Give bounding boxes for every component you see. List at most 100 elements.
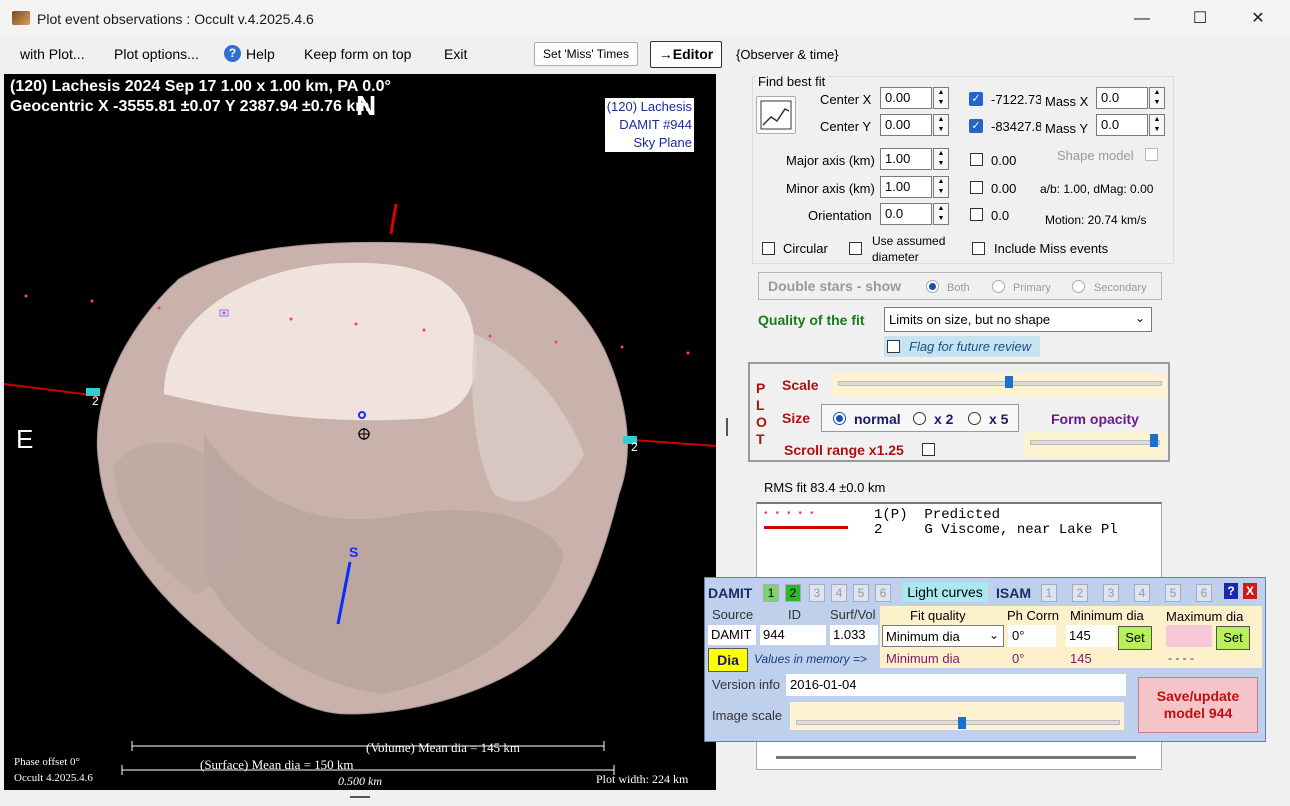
plot-version: Occult 4.2025.4.6 <box>14 772 93 784</box>
max-dia-input[interactable] <box>1166 625 1212 647</box>
version-input[interactable]: 2016-01-04 <box>786 674 1126 696</box>
observer-time-link[interactable]: {Observer & time} <box>736 47 839 62</box>
orientation-fit-checkbox[interactable] <box>970 208 983 221</box>
major-axis-spinner[interactable]: ▲ ▼ <box>933 148 949 170</box>
both-radio[interactable] <box>926 280 939 293</box>
help-icon[interactable]: ? <box>224 45 241 62</box>
mass-x-input[interactable]: 0.0 <box>1096 87 1148 109</box>
isam-model-1[interactable]: 1 <box>1041 584 1057 602</box>
major-axis-input[interactable]: 1.00 <box>880 148 932 170</box>
menu-keep-on-top[interactable]: Keep form on top <box>304 46 411 62</box>
major-check-value: 0.00 <box>991 153 1017 168</box>
menu-with-plot[interactable]: with Plot... <box>20 46 85 62</box>
quality-select[interactable]: Limits on size, but no shape ⌄ <box>884 307 1152 332</box>
damit-model-2[interactable]: 2 <box>785 584 801 602</box>
isam-model-3[interactable]: 3 <box>1103 584 1119 602</box>
menu-plot-options[interactable]: Plot options... <box>114 46 199 62</box>
dia-button[interactable]: Dia <box>708 648 748 672</box>
mass-x-label: Mass X <box>1045 94 1089 109</box>
mass-y-input[interactable]: 0.0 <box>1096 114 1148 136</box>
mass-x-spinner[interactable]: ▲ ▼ <box>1149 87 1165 109</box>
damit-model-3[interactable]: 3 <box>809 584 825 602</box>
bottom-splitter[interactable] <box>350 796 370 798</box>
rms-fit: RMS fit 83.4 ±0.0 km <box>764 480 886 495</box>
asteroid-plot-svg <box>4 203 716 775</box>
isam-model-6[interactable]: 6 <box>1196 584 1212 602</box>
primary-label: Primary <box>1013 282 1051 294</box>
mass-y-spinner[interactable]: ▲ ▼ <box>1149 114 1165 136</box>
editor-button[interactable]: →Editor <box>650 41 722 68</box>
size-normal-radio[interactable] <box>833 412 846 425</box>
major-fit-checkbox[interactable] <box>970 153 983 166</box>
center-x-input[interactable]: 0.00 <box>880 87 932 109</box>
damit-model-5[interactable]: 5 <box>853 584 869 602</box>
center-x-spinner[interactable]: ▲ ▼ <box>933 87 949 109</box>
primary-radio[interactable] <box>992 280 1005 293</box>
isam-model-2[interactable]: 2 <box>1072 584 1088 602</box>
north-tick <box>389 203 398 235</box>
form-opacity-slider[interactable] <box>1024 432 1166 458</box>
center-x-label: Center X <box>820 92 872 107</box>
close-button[interactable]: ✕ <box>1244 8 1272 30</box>
set-miss-times-button[interactable]: Set 'Miss' Times <box>534 42 638 66</box>
mem-max-dia: - - - - <box>1168 651 1194 665</box>
fit-quality-value: Minimum dia <box>886 629 960 644</box>
list-scrollbar[interactable] <box>776 756 1136 759</box>
damit-help-button[interactable]: ? <box>1224 583 1238 599</box>
shape-model-checkbox[interactable] <box>1145 148 1158 161</box>
minor-fit-checkbox[interactable] <box>970 181 983 194</box>
use-assumed-checkbox[interactable] <box>849 242 862 255</box>
legend-line3: Sky Plane <box>633 135 692 150</box>
orientation-spinner[interactable]: ▲ ▼ <box>933 203 949 225</box>
light-curves-button[interactable]: Light curves <box>902 582 988 602</box>
isam-title: ISAM <box>996 585 1031 601</box>
scale-slider[interactable] <box>832 373 1166 397</box>
splitter-handle[interactable] <box>726 418 728 436</box>
center-y-spinner[interactable]: ▲ ▼ <box>933 114 949 136</box>
size-x2-radio[interactable] <box>913 412 926 425</box>
image-scale-slider[interactable] <box>790 702 1124 730</box>
set-min-dia-button[interactable]: Set <box>1118 626 1152 650</box>
center-y-fit-checkbox[interactable]: ✓ <box>969 119 983 133</box>
save-update-model-button[interactable]: Save/update model 944 <box>1138 677 1258 733</box>
plot-header-line1: (120) Lachesis 2024 Sep 17 1.00 x 1.00 k… <box>10 78 391 95</box>
scroll-range-checkbox[interactable] <box>922 443 935 456</box>
maximize-button[interactable]: ☐ <box>1186 8 1214 30</box>
secondary-radio[interactable] <box>1072 280 1085 293</box>
scale-slider-thumb[interactable] <box>1005 376 1013 388</box>
menu-exit[interactable]: Exit <box>444 46 467 62</box>
min-dia-input[interactable]: 145 <box>1066 625 1116 647</box>
plot-canvas[interactable]: (120) Lachesis 2024 Sep 17 1.00 x 1.00 k… <box>4 74 716 790</box>
damit-close-button[interactable]: X <box>1243 583 1257 599</box>
minor-axis-spinner[interactable]: ▲ ▼ <box>933 176 949 198</box>
fit-quality-select[interactable]: Minimum dia ⌄ <box>882 625 1004 647</box>
double-stars-label: Double stars - show <box>768 278 902 294</box>
orientation-input[interactable]: 0.0 <box>880 203 932 225</box>
set-max-dia-button[interactable]: Set <box>1216 626 1250 650</box>
minor-axis-input[interactable]: 1.00 <box>880 176 932 198</box>
plot-legend: (120) Lachesis DAMIT #944 Sky Plane <box>604 98 694 152</box>
include-miss-checkbox[interactable] <box>972 242 985 255</box>
isam-model-4[interactable]: 4 <box>1134 584 1150 602</box>
flag-review-checkbox[interactable] <box>887 340 900 353</box>
damit-title: DAMIT <box>708 585 753 601</box>
damit-model-1[interactable]: 1 <box>763 584 779 602</box>
ph-corrn-input[interactable]: 0° <box>1008 625 1056 647</box>
opacity-slider-thumb[interactable] <box>1150 434 1158 447</box>
damit-model-4[interactable]: 4 <box>831 584 847 602</box>
menu-help[interactable]: Help <box>246 46 275 62</box>
chevron-down-icon: ⌄ <box>1134 311 1145 325</box>
mem-min-dia: 145 <box>1070 651 1092 666</box>
scroll-range-label: Scroll range x1.25 <box>784 442 904 458</box>
south-label: S <box>349 544 359 560</box>
center-y-input[interactable]: 0.00 <box>880 114 932 136</box>
phase-offset: Phase offset 0° <box>14 756 80 768</box>
minimize-button[interactable]: — <box>1128 8 1156 30</box>
size-x5-radio[interactable] <box>968 412 981 425</box>
center-x-fit-checkbox[interactable]: ✓ <box>969 92 983 106</box>
damit-model-6[interactable]: 6 <box>875 584 891 602</box>
best-fit-button[interactable] <box>756 96 796 134</box>
isam-model-5[interactable]: 5 <box>1165 584 1181 602</box>
image-scale-thumb[interactable] <box>958 717 966 729</box>
circular-checkbox[interactable] <box>762 242 775 255</box>
